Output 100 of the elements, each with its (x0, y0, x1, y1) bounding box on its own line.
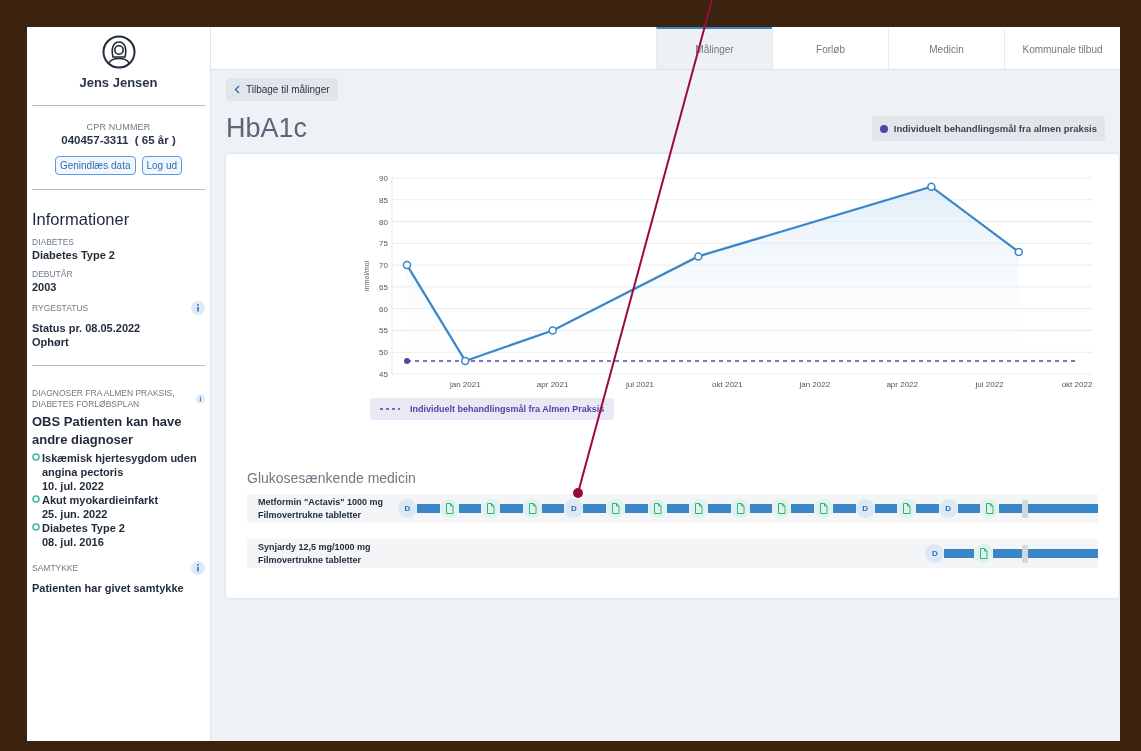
timeline-bar (874, 504, 898, 513)
timeline-bar (666, 504, 690, 513)
x-tick-label: apr 2021 (536, 380, 569, 389)
timeline-bar (1027, 504, 1098, 513)
dose-marker[interactable]: D (855, 499, 875, 518)
bullet-icon (32, 495, 40, 503)
reload-button[interactable]: Genindlæs data (54, 156, 136, 175)
document-icon[interactable] (439, 499, 459, 518)
logout-button[interactable]: Log ud (141, 156, 183, 175)
y-tick-label: 60 (379, 304, 388, 314)
timeline-bar (944, 549, 974, 558)
target-dot (404, 357, 410, 364)
dose-marker[interactable]: D (938, 499, 958, 518)
timeline-bar (541, 504, 565, 513)
document-icon[interactable] (730, 499, 750, 518)
medication-name: Metformin "Actavis" 1000 mg (258, 495, 385, 509)
data-point (548, 326, 557, 335)
y-tick-label: 85 (379, 195, 388, 205)
dose-marker[interactable]: D (564, 499, 584, 518)
info-icon[interactable] (196, 392, 205, 406)
timeline-bar (791, 504, 814, 513)
x-tick-label: apr 2022 (886, 380, 918, 389)
section-title: Glukosesænkende medicin (247, 470, 417, 486)
x-tick-label: okt 2022 (1061, 380, 1093, 389)
timeline-bar (992, 549, 1022, 558)
info-icon[interactable] (191, 561, 205, 575)
diagnosis-date: 10. jul. 2022 (42, 479, 105, 493)
timeline-bar (624, 504, 648, 513)
timeline-bar (708, 504, 731, 513)
x-tick-label: jul 2021 (626, 380, 655, 389)
field-label: RYGESTATUS (32, 302, 89, 314)
diagnosis-date: 25. jun. 2022 (42, 507, 109, 521)
timeline-bar (957, 504, 981, 513)
data-point (402, 260, 412, 270)
document-icon[interactable] (980, 499, 1000, 518)
document-icon[interactable] (689, 499, 709, 518)
data-point (461, 356, 470, 366)
field-value: Diabetes Type 2 (32, 248, 116, 262)
section-title: Informationer (32, 210, 131, 229)
diagnosis-name: Diabetes Type 2 (42, 521, 125, 535)
field-label: DIAGNOSER FRA ALMEN PRAKSIS, DIABETES FORLØBSPLAN (32, 388, 176, 410)
avatar-icon (101, 35, 136, 69)
document-icon[interactable] (647, 499, 667, 518)
y-tick-label: 90 (379, 174, 388, 183)
timeline-handle[interactable] (1022, 544, 1028, 563)
timeline-bar (1028, 549, 1098, 558)
field-value: Status pr. 08.05.2022 (32, 321, 142, 335)
timeline-bar (832, 504, 856, 513)
info-icon[interactable] (191, 301, 205, 315)
diagnosis-date: 08. jul. 2016 (42, 535, 105, 549)
page-title: HbA1c (226, 113, 308, 144)
medication-name: Synjardy 12,5 mg/1000 mg (258, 540, 372, 554)
diagnosis-name: Iskæmisk hjertesygdom uden angina pectoris (42, 451, 198, 479)
y-tick-label: 55 (379, 326, 388, 336)
back-button[interactable]: Tilbage til målinger (226, 78, 338, 101)
data-point (694, 252, 703, 261)
timeline-handle[interactable] (1021, 499, 1028, 518)
timeline-bar (583, 504, 606, 513)
x-tick-label: jul 2022 (975, 380, 1004, 389)
chevron-left-icon (234, 85, 240, 94)
timeline-bar (417, 504, 440, 513)
diagnosis-name: Akut myokardieinfarkt (42, 493, 159, 507)
x-tick-label: jan 2022 (799, 380, 831, 389)
medication-form: Filmovertrukne tabletter (258, 553, 363, 567)
field-value: Patienten har givet samtykke (32, 581, 185, 595)
data-point (1014, 247, 1023, 257)
timeline-bar (500, 504, 523, 513)
field-value: 2003 (32, 280, 58, 294)
cpr-label: CPR NUMMER (86, 122, 151, 132)
y-tick-label: 80 (379, 217, 388, 227)
goal-label: Individuelt behandlingsmål fra almen praksis (893, 123, 1097, 134)
y-tick-label: 70 (379, 261, 388, 271)
cpr-number: 040457-3311 ( 65 år ) (61, 134, 176, 146)
dashed-line-icon (380, 407, 400, 411)
bullet-icon (32, 523, 40, 531)
document-icon[interactable] (772, 499, 792, 518)
document-icon[interactable] (481, 499, 501, 518)
medication-form: Filmovertrukne tabletter (258, 508, 363, 522)
dose-marker[interactable]: D (398, 499, 417, 518)
diagnosis-note: OBS Patienten kan have andre diagnoser (32, 413, 183, 449)
field-label: DIABETES (32, 237, 75, 248)
document-icon[interactable] (605, 499, 625, 518)
y-tick-label: 50 (379, 348, 388, 358)
document-icon[interactable] (522, 499, 542, 518)
document-icon[interactable] (813, 499, 833, 518)
y-tick-label: 75 (379, 239, 388, 249)
timeline-bar (999, 504, 1022, 513)
field-label: SAMTYKKE (32, 562, 79, 574)
timeline-bar (458, 504, 482, 513)
timeline-bar (916, 504, 939, 513)
document-icon[interactable] (897, 499, 917, 518)
field-label: DEBUTÅR (32, 269, 73, 280)
bullet-icon (32, 453, 40, 461)
y-tick-label: 65 (379, 282, 388, 292)
timeline-bar (749, 504, 773, 513)
x-tick-label: jan 2021 (449, 380, 481, 389)
document-icon[interactable] (973, 544, 993, 563)
data-point (927, 182, 936, 191)
x-tick-label: okt 2021 (712, 380, 743, 389)
dose-marker[interactable]: D (925, 544, 945, 563)
